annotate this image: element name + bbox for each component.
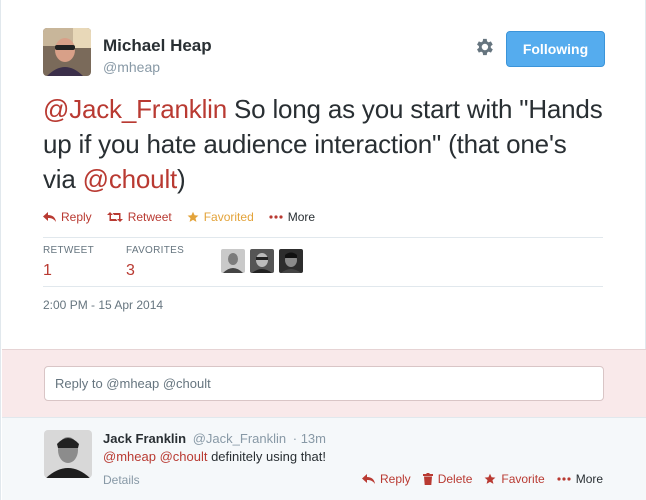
mention-link[interactable]: @Jack_Franklin xyxy=(43,94,227,124)
author-handle[interactable]: @mheap xyxy=(103,59,160,75)
gear-icon[interactable] xyxy=(473,36,495,58)
more-label: More xyxy=(575,472,604,486)
mention-link[interactable]: @mheap xyxy=(103,449,156,464)
tweet-actions: Reply Retweet Favorited More xyxy=(43,210,330,224)
author-name[interactable]: Michael Heap xyxy=(103,36,212,56)
reply-text: @mheap @choult definitely using that! xyxy=(103,449,326,464)
retweet-count: 1 xyxy=(43,262,52,279)
reply-time[interactable]: · 13m xyxy=(293,431,326,446)
reply-box-area: Reply to @mheap @choult xyxy=(2,349,646,417)
reply-author-handle[interactable]: @Jack_Franklin xyxy=(193,431,286,446)
retweet-stat-label: RETWEET xyxy=(43,245,94,256)
mention-link[interactable]: @choult xyxy=(83,164,178,194)
reply-tweet-actions: Reply Delete Favorite More xyxy=(362,472,603,486)
favorited-action[interactable]: Favorited xyxy=(187,210,254,224)
tweet-card: Michael Heap @mheap Following @Jack_Fran… xyxy=(0,0,646,500)
mention-link[interactable]: @choult xyxy=(160,449,208,464)
avatar[interactable] xyxy=(250,249,274,273)
more-label: More xyxy=(287,210,316,224)
avatar[interactable] xyxy=(279,249,303,273)
reply-tweet: Jack Franklin @Jack_Franklin · 13m @mhea… xyxy=(2,417,646,500)
delete-label: Delete xyxy=(437,472,473,486)
more-action[interactable]: More xyxy=(269,210,315,224)
divider xyxy=(43,286,603,287)
reply-icon xyxy=(362,474,375,484)
reply-author: Jack Franklin @Jack_Franklin · 13m xyxy=(103,431,326,446)
retweet-action[interactable]: Retweet xyxy=(106,210,172,224)
favorites-stat-label: FAVORITES xyxy=(126,245,185,256)
favorited-label: Favorited xyxy=(203,210,254,224)
details-link[interactable]: Details xyxy=(103,473,140,487)
favoriters-avatars xyxy=(221,249,308,273)
favorites-stat[interactable]: FAVORITES 3 xyxy=(126,245,184,280)
author-avatar[interactable] xyxy=(43,28,91,76)
reply-author-name[interactable]: Jack Franklin xyxy=(103,431,186,446)
trash-icon xyxy=(422,473,433,485)
reply-icon xyxy=(43,212,56,222)
star-icon xyxy=(187,211,199,223)
tweet-timestamp[interactable]: 2:00 PM - 15 Apr 2014 xyxy=(43,298,163,312)
favorite-label: Favorite xyxy=(501,472,545,486)
retweet-label: Retweet xyxy=(127,210,172,224)
retweet-stat[interactable]: RETWEET 1 xyxy=(43,245,94,280)
reply-label: Reply xyxy=(61,210,92,224)
reply-author-avatar[interactable] xyxy=(44,430,92,478)
avatar[interactable] xyxy=(221,249,245,273)
favorite-action[interactable]: Favorite xyxy=(484,472,545,486)
favorites-count: 3 xyxy=(126,262,135,279)
more-action[interactable]: More xyxy=(557,472,603,486)
star-icon xyxy=(484,473,496,485)
following-button[interactable]: Following xyxy=(506,31,605,67)
reply-action[interactable]: Reply xyxy=(362,472,411,486)
tweet-text-part: ) xyxy=(177,164,186,194)
more-icon xyxy=(269,215,283,219)
divider xyxy=(43,237,603,238)
tweet-text: @Jack_Franklin So long as you start with… xyxy=(43,92,603,197)
reply-text-body: definitely using that! xyxy=(207,449,326,464)
delete-action[interactable]: Delete xyxy=(422,472,473,486)
reply-label: Reply xyxy=(380,472,411,486)
retweet-icon xyxy=(106,212,123,222)
more-icon xyxy=(557,477,571,481)
reply-input[interactable]: Reply to @mheap @choult xyxy=(44,366,604,401)
reply-action[interactable]: Reply xyxy=(43,210,92,224)
